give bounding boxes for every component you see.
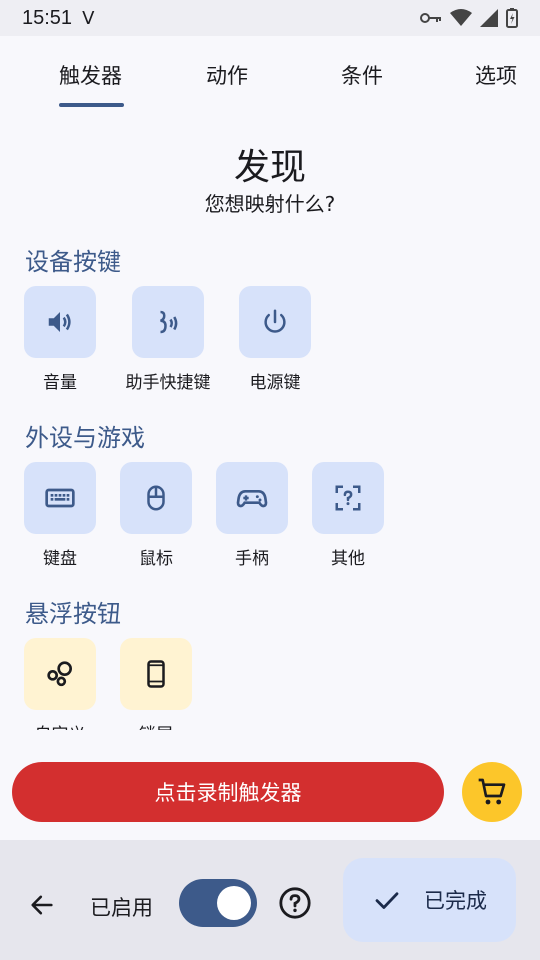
tab-bar: 触发器 动作 条件 选项 <box>0 36 540 112</box>
assistant-icon <box>160 310 178 334</box>
tab-conditions[interactable]: 条件 <box>341 60 383 90</box>
trigger-label-assistant: 助手快捷键 <box>125 373 211 393</box>
bottom-bar: 已启用 已完成 <box>0 840 540 960</box>
tab-indicator <box>59 103 124 107</box>
trigger-tile-custom[interactable] <box>24 638 96 710</box>
check-icon <box>375 892 399 909</box>
tab-triggers[interactable]: 触发器 <box>59 60 122 90</box>
help-icon <box>279 887 311 919</box>
wifi-icon <box>450 9 472 26</box>
key-icon <box>420 13 441 23</box>
record-trigger-button[interactable]: 点击录制触发器 <box>12 762 444 822</box>
trigger-label-custom: 自定义 <box>24 720 96 730</box>
trigger-label-volume: 音量 <box>43 373 77 393</box>
trigger-tile-power[interactable] <box>239 286 311 358</box>
trigger-tile-keyboard[interactable] <box>24 462 96 534</box>
trigger-label-other: 其他 <box>331 549 365 569</box>
trigger-label-lockscreen: 锁屏 <box>120 720 192 730</box>
help-button[interactable] <box>276 884 314 922</box>
done-button[interactable]: 已完成 <box>343 858 516 942</box>
status-bar: 15:51 V <box>0 0 540 36</box>
page-title: 发现 <box>233 147 306 188</box>
gamepad-icon <box>236 490 268 508</box>
trigger-label-keyboard: 键盘 <box>43 549 77 569</box>
unknown-device-icon <box>335 485 361 511</box>
enabled-toggle[interactable] <box>179 879 257 927</box>
trigger-label-gamepad: 手柄 <box>235 549 269 569</box>
status-icons <box>420 8 518 28</box>
toggle-knob <box>217 886 251 920</box>
volume-icon <box>48 312 71 332</box>
trigger-tile-other[interactable] <box>312 462 384 534</box>
trigger-label-mouse: 鼠标 <box>139 549 173 569</box>
battery-icon <box>506 8 518 28</box>
trigger-tile-mouse[interactable] <box>120 462 192 534</box>
carrier-icon: V <box>82 7 95 29</box>
tab-options[interactable]: 选项 <box>475 60 517 90</box>
cart-icon <box>478 778 506 805</box>
scroll-clip: 自定义 锁屏 <box>0 620 540 730</box>
tab-actions[interactable]: 动作 <box>206 60 248 90</box>
mouse-icon <box>147 485 165 511</box>
status-time: 15:51 <box>22 6 73 29</box>
keyboard-icon <box>45 488 75 508</box>
trigger-tile-gamepad[interactable] <box>216 462 288 534</box>
done-label: 已完成 <box>424 889 487 913</box>
enabled-label: 已启用 <box>90 896 153 920</box>
signal-icon <box>480 9 498 27</box>
trigger-tile-volume[interactable] <box>24 286 96 358</box>
page-subtitle: 您想映射什么? <box>204 192 336 216</box>
arrow-back-icon <box>31 895 53 915</box>
bubbles-icon <box>47 661 72 687</box>
trigger-label-power: 电源键 <box>249 373 301 393</box>
back-button[interactable] <box>22 885 62 925</box>
trigger-tile-assistant[interactable] <box>132 286 204 358</box>
section-title-peripherals: 外设与游戏 <box>25 424 145 452</box>
cart-button[interactable] <box>462 762 522 822</box>
power-icon <box>264 309 286 333</box>
trigger-tile-lockscreen[interactable] <box>120 638 192 710</box>
section-title-device-keys: 设备按键 <box>25 248 121 276</box>
phone-icon <box>147 660 165 688</box>
